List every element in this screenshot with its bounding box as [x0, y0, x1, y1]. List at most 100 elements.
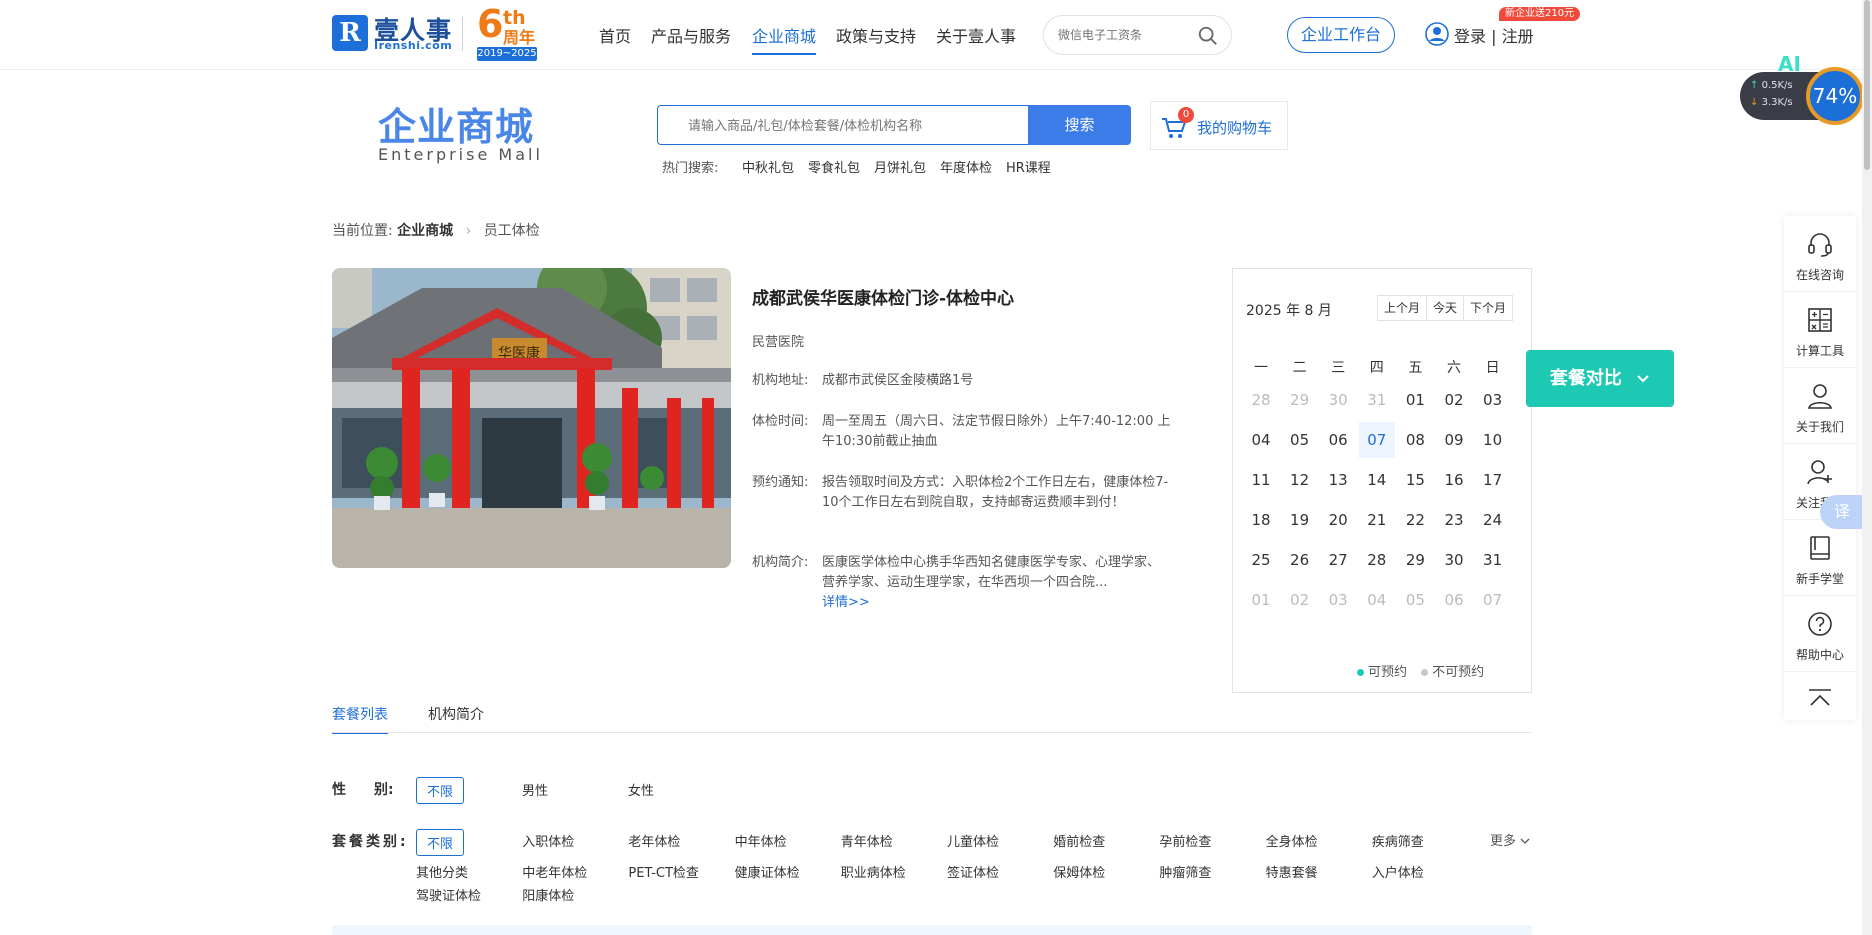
- shopping-cart-button[interactable]: 0 我的购物车: [1150, 101, 1288, 150]
- calendar-day[interactable]: 01: [1397, 382, 1433, 418]
- category-option[interactable]: 健康证体检: [735, 862, 800, 881]
- category-option[interactable]: 婚前检查: [1053, 831, 1105, 850]
- logo-icon[interactable]: R: [332, 15, 368, 51]
- calendar-day[interactable]: 09: [1436, 422, 1472, 458]
- category-option[interactable]: 中老年体检: [522, 862, 587, 881]
- about-us-button[interactable]: 关于我们: [1784, 368, 1856, 444]
- hot-search-item[interactable]: 零食礼包: [808, 157, 860, 176]
- calendar-day[interactable]: 26: [1282, 542, 1318, 578]
- category-option[interactable]: 儿童体检: [947, 831, 999, 850]
- calendar-day[interactable]: 20: [1320, 502, 1356, 538]
- category-option[interactable]: 肿瘤筛查: [1159, 862, 1211, 881]
- calendar-day[interactable]: 25: [1243, 542, 1279, 578]
- top-search-box: [1043, 15, 1232, 55]
- gender-option[interactable]: 女性: [628, 780, 654, 799]
- calendar-day[interactable]: 19: [1282, 502, 1318, 538]
- scrollbar-thumb[interactable]: [1864, 0, 1870, 170]
- category-option[interactable]: 阳康体检: [522, 885, 574, 904]
- tab-institution-intro[interactable]: 机构简介: [428, 704, 484, 724]
- calendar-day[interactable]: 16: [1436, 462, 1472, 498]
- calendar-legend: 可预约 不可预约: [1357, 661, 1484, 680]
- category-option[interactable]: 入职体检: [522, 831, 574, 850]
- tab-package-list[interactable]: 套餐列表: [332, 704, 388, 734]
- mall-search-input[interactable]: [688, 116, 1018, 136]
- hot-search-item[interactable]: 年度体检: [940, 157, 992, 176]
- calendar-day[interactable]: 23: [1436, 502, 1472, 538]
- category-option[interactable]: PET-CT检查: [628, 862, 699, 881]
- workbench-button[interactable]: 企业工作台: [1287, 17, 1395, 53]
- network-speed-widget[interactable]: ↑ 0.5K/s ↓ 3.3K/s 74%: [1740, 67, 1864, 125]
- hot-search-item[interactable]: 月饼礼包: [874, 157, 926, 176]
- calendar-day[interactable]: 30: [1436, 542, 1472, 578]
- calendar-day[interactable]: 14: [1359, 462, 1395, 498]
- today-button[interactable]: 今天: [1427, 296, 1465, 320]
- category-option[interactable]: 孕前检查: [1159, 831, 1211, 850]
- category-option[interactable]: 老年体检: [628, 831, 680, 850]
- category-option[interactable]: 青年体检: [841, 831, 893, 850]
- help-center-button[interactable]: 帮助中心: [1784, 596, 1856, 672]
- calendar-day[interactable]: 04: [1243, 422, 1279, 458]
- prev-month-button[interactable]: 上个月: [1378, 296, 1428, 320]
- category-option[interactable]: 不限: [416, 829, 465, 856]
- category-option[interactable]: 入户体检: [1372, 862, 1424, 881]
- nav-mall[interactable]: 企业商城: [752, 23, 817, 55]
- top-search-input[interactable]: [1058, 25, 1198, 45]
- hot-search-item[interactable]: HR课程: [1006, 157, 1051, 176]
- calendar-day[interactable]: 15: [1397, 462, 1433, 498]
- calendar-day[interactable]: 10: [1475, 422, 1511, 458]
- calendar-day[interactable]: 05: [1282, 422, 1318, 458]
- gender-option[interactable]: 男性: [522, 780, 548, 799]
- nav-policy[interactable]: 政策与支持: [836, 23, 916, 47]
- category-option[interactable]: 疾病筛查: [1372, 831, 1424, 850]
- breadcrumb-mall[interactable]: 企业商城: [397, 223, 453, 239]
- mall-search-button[interactable]: 搜索: [1028, 105, 1131, 145]
- calendar-day[interactable]: 18: [1243, 502, 1279, 538]
- package-compare-button[interactable]: 套餐对比: [1526, 350, 1674, 407]
- category-filter-label: 套餐类别:: [332, 834, 409, 850]
- gender-option[interactable]: 不限: [416, 777, 465, 804]
- login-register-link[interactable]: 登录 | 注册: [1454, 23, 1534, 47]
- calendar-day[interactable]: 22: [1397, 502, 1433, 538]
- online-consult-button[interactable]: 在线咨询: [1784, 216, 1856, 292]
- nav-home[interactable]: 首页: [599, 23, 631, 47]
- calendar-day[interactable]: 12: [1282, 462, 1318, 498]
- back-to-top-button[interactable]: [1784, 676, 1856, 720]
- promo-badge: 新企业送210元: [1499, 7, 1581, 21]
- category-option[interactable]: 签证体检: [947, 862, 999, 881]
- user-avatar-icon[interactable]: [1425, 22, 1449, 46]
- calendar-day[interactable]: 13: [1320, 462, 1356, 498]
- beginner-school-button[interactable]: 新手学堂: [1784, 520, 1856, 596]
- calendar-day[interactable]: 24: [1475, 502, 1511, 538]
- calendar-day[interactable]: 21: [1359, 502, 1395, 538]
- category-option[interactable]: 保姆体检: [1053, 862, 1105, 881]
- category-option[interactable]: 其他分类: [416, 862, 468, 881]
- chevron-right-icon: ›: [465, 223, 472, 239]
- hot-search-item[interactable]: 中秋礼包: [742, 157, 794, 176]
- calendar-day: 28: [1251, 391, 1271, 409]
- calendar-day[interactable]: 27: [1320, 542, 1356, 578]
- category-option[interactable]: 特惠套餐: [1266, 862, 1318, 881]
- nav-products[interactable]: 产品与服务: [651, 23, 731, 47]
- category-option[interactable]: 中年体检: [735, 831, 787, 850]
- calendar-day[interactable]: 31: [1475, 542, 1511, 578]
- calendar-day-today[interactable]: 07: [1358, 422, 1395, 458]
- category-option[interactable]: 职业病体检: [841, 862, 906, 881]
- calendar-day[interactable]: 29: [1397, 542, 1433, 578]
- more-categories-button[interactable]: 更多: [1490, 830, 1530, 849]
- calendar-day[interactable]: 06: [1320, 422, 1356, 458]
- detail-link[interactable]: 详情>>: [822, 595, 870, 610]
- page-scrollbar[interactable]: [1862, 0, 1872, 935]
- calendar-day[interactable]: 28: [1359, 542, 1395, 578]
- translate-button[interactable]: 译: [1820, 495, 1868, 529]
- category-option[interactable]: 全身体检: [1266, 831, 1318, 850]
- calendar-day[interactable]: 11: [1243, 462, 1279, 498]
- calendar-day[interactable]: 03: [1475, 382, 1511, 418]
- next-month-button[interactable]: 下个月: [1464, 296, 1512, 320]
- calendar-day[interactable]: 08: [1397, 422, 1433, 458]
- calendar-day[interactable]: 02: [1436, 382, 1472, 418]
- calc-tool-button[interactable]: 计算工具: [1784, 292, 1856, 368]
- calendar-day[interactable]: 17: [1475, 462, 1511, 498]
- nav-about[interactable]: 关于壹人事: [936, 23, 1016, 47]
- category-option[interactable]: 驾驶证体检: [416, 885, 481, 904]
- search-icon[interactable]: [1197, 25, 1219, 47]
